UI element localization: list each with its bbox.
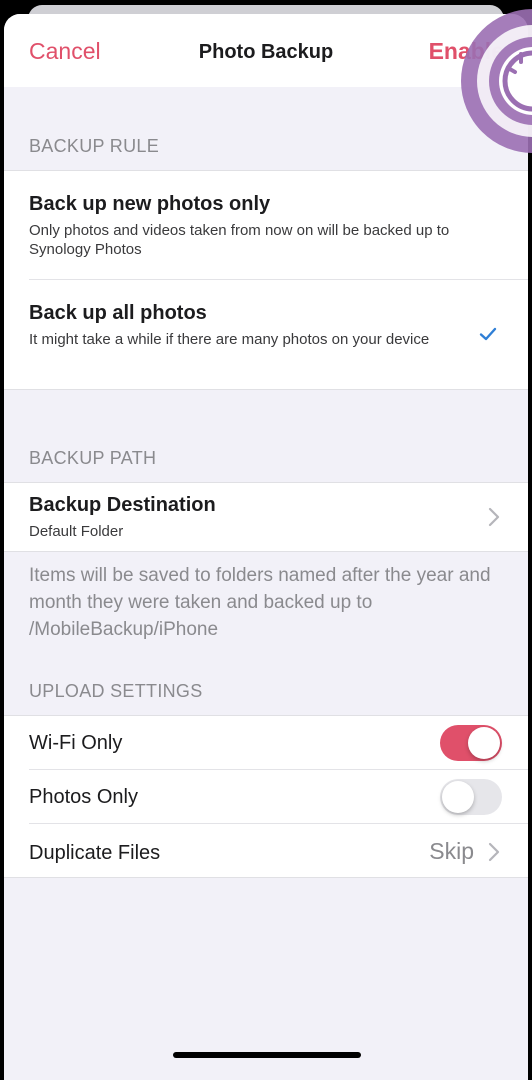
- backup-destination-value: Default Folder: [29, 523, 124, 540]
- navigation-bar: Cancel Photo Backup Enable: [4, 14, 528, 87]
- option-title: Back up all photos: [29, 302, 207, 324]
- backup-rule-group: Back up new photos only Only photos and …: [4, 170, 528, 390]
- chevron-right-icon: [488, 842, 500, 862]
- photos-only-label: Photos Only: [29, 786, 138, 808]
- checkmark-icon: [479, 327, 497, 341]
- toggle-knob: [442, 781, 474, 813]
- photos-only-toggle[interactable]: [440, 779, 502, 815]
- backup-path-header: BACKUP PATH: [29, 448, 157, 468]
- option-subtitle: It might take a while if there are many …: [29, 331, 430, 348]
- backup-destination-title: Backup Destination: [29, 494, 216, 516]
- duplicate-files-value: Skip: [429, 838, 474, 864]
- wifi-only-toggle[interactable]: [440, 725, 502, 761]
- wifi-only-label: Wi-Fi Only: [29, 732, 123, 754]
- chevron-right-icon: [488, 507, 500, 527]
- backup-destination-row[interactable]: Backup Destination Default Folder: [4, 483, 528, 551]
- option-subtitle: Only photos and videos taken from now on…: [29, 222, 450, 258]
- option-new-photos-only[interactable]: Back up new photos only Only photos and …: [4, 171, 528, 279]
- wifi-only-row: Wi-Fi Only: [4, 716, 528, 769]
- option-title: Back up new photos only: [29, 193, 271, 215]
- photo-backup-sheet: Cancel Photo Backup Enable BACKUP RULE B…: [4, 14, 528, 1080]
- duplicate-files-row[interactable]: Duplicate Files Skip: [4, 824, 528, 877]
- assistive-touch-icon[interactable]: [458, 6, 532, 156]
- screen: Cancel Photo Backup Enable BACKUP RULE B…: [0, 0, 532, 1080]
- upload-settings-header: UPLOAD SETTINGS: [29, 681, 203, 701]
- backup-path-footnote: Items will be saved to folders named aft…: [29, 565, 491, 640]
- option-all-photos[interactable]: Back up all photos It might take a while…: [4, 280, 528, 389]
- backup-path-group: Backup Destination Default Folder: [4, 482, 528, 552]
- home-indicator: [173, 1052, 361, 1058]
- upload-settings-group: Wi-Fi Only Photos Only Duplicate Files S…: [4, 715, 528, 878]
- backup-rule-header: BACKUP RULE: [29, 136, 160, 156]
- toggle-knob: [468, 727, 500, 759]
- photos-only-row: Photos Only: [4, 770, 528, 823]
- duplicate-files-label: Duplicate Files: [29, 842, 161, 864]
